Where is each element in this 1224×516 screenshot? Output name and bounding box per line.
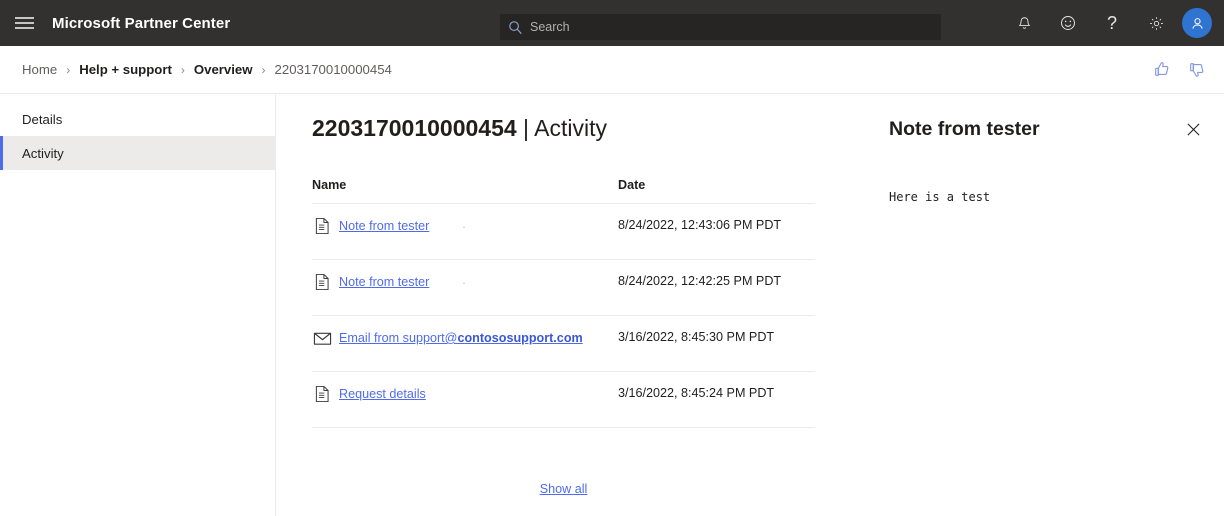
page-title-suffix: | Activity xyxy=(516,115,607,141)
cell-date: 8/24/2022, 12:43:06 PM PDT xyxy=(618,218,782,232)
breadcrumb-item-overview[interactable]: Overview xyxy=(194,62,253,77)
topbar-actions: ? xyxy=(1002,0,1218,46)
activity-link-domain: contososupport.com xyxy=(457,331,583,345)
cell-date: 3/16/2022, 8:45:30 PM PDT xyxy=(618,330,775,344)
close-icon[interactable] xyxy=(1180,116,1206,142)
chevron-right-icon: › xyxy=(261,62,266,77)
sidebar-item-activity[interactable]: Activity xyxy=(0,136,275,170)
column-header-name: Name xyxy=(312,178,347,192)
show-all-container: Show all xyxy=(312,482,815,496)
notifications-icon[interactable] xyxy=(1002,0,1046,46)
table-header-row: Name Date xyxy=(312,178,815,204)
row-trailing-dot: . xyxy=(462,217,466,231)
chevron-right-icon: › xyxy=(66,62,71,77)
settings-gear-icon[interactable] xyxy=(1134,0,1178,46)
panel-body-text: Here is a test xyxy=(889,190,991,204)
search-icon xyxy=(500,20,530,35)
table-row[interactable]: Email from support@contososupport.com 3/… xyxy=(312,316,815,372)
sidebar-item-label: Activity xyxy=(22,145,64,161)
breadcrumb: Home › Help + support › Overview › 22031… xyxy=(22,62,392,77)
panel-title: Note from tester xyxy=(889,118,1040,140)
note-detail-panel: Note from tester Here is a test xyxy=(806,94,1224,516)
top-navigation-bar: Microsoft Partner Center ? xyxy=(0,0,1224,46)
envelope-icon xyxy=(312,328,332,348)
table-row[interactable]: Request details 3/16/2022, 8:45:24 PM PD… xyxy=(312,372,815,428)
show-all-link[interactable]: Show all xyxy=(540,482,588,496)
chevron-right-icon: › xyxy=(180,62,185,77)
column-header-date: Date xyxy=(618,178,646,192)
activity-link[interactable]: Email from support@contososupport.com xyxy=(339,329,583,347)
activity-link[interactable]: Request details xyxy=(339,385,426,403)
document-icon xyxy=(312,216,332,236)
breadcrumb-item-ticket-id: 2203170010000454 xyxy=(274,62,392,77)
thumbs-down-icon[interactable] xyxy=(1187,59,1208,80)
main-content: 2203170010000454 | Activity Name Date No… xyxy=(277,94,1224,516)
cell-name: Note from tester . xyxy=(312,217,618,236)
breadcrumb-bar: Home › Help + support › Overview › 22031… xyxy=(0,46,1224,94)
left-sidebar: Details Activity xyxy=(0,94,276,516)
table-row[interactable]: Note from tester . 8/24/2022, 12:42:25 P… xyxy=(312,260,815,316)
help-question-icon[interactable]: ? xyxy=(1090,0,1134,46)
document-icon xyxy=(312,272,332,292)
breadcrumb-item-help-support[interactable]: Help + support xyxy=(79,62,172,77)
cell-name: Note from tester . xyxy=(312,273,618,292)
page-feedback-actions xyxy=(1152,59,1208,80)
activity-link-text: Email from support@ xyxy=(339,331,458,345)
activity-link[interactable]: Note from tester xyxy=(339,273,429,291)
cell-date: 8/24/2022, 12:42:25 PM PDT xyxy=(618,274,782,288)
feedback-smiley-icon[interactable] xyxy=(1046,0,1090,46)
thumbs-up-icon[interactable] xyxy=(1152,59,1173,80)
page-title: 2203170010000454 | Activity xyxy=(312,115,607,142)
document-icon xyxy=(312,384,332,404)
activity-table: Name Date Note from tester . 8/24/2022, … xyxy=(312,178,815,428)
global-search[interactable] xyxy=(500,14,941,40)
avatar[interactable] xyxy=(1182,8,1212,38)
search-input[interactable] xyxy=(530,14,941,40)
page-title-ticket-id: 2203170010000454 xyxy=(312,115,517,141)
sidebar-item-label: Details xyxy=(22,111,63,127)
table-row[interactable]: Note from tester . 8/24/2022, 12:43:06 P… xyxy=(312,204,815,260)
activity-link[interactable]: Note from tester xyxy=(339,217,429,235)
breadcrumb-item-home[interactable]: Home xyxy=(22,62,57,77)
cell-date: 3/16/2022, 8:45:24 PM PDT xyxy=(618,386,775,400)
sidebar-item-details[interactable]: Details xyxy=(0,102,275,136)
row-trailing-dot: . xyxy=(462,273,466,287)
cell-name: Request details xyxy=(312,385,618,404)
hamburger-icon[interactable] xyxy=(0,0,48,46)
app-brand-title: Microsoft Partner Center xyxy=(52,14,231,32)
cell-name: Email from support@contososupport.com xyxy=(312,329,618,348)
